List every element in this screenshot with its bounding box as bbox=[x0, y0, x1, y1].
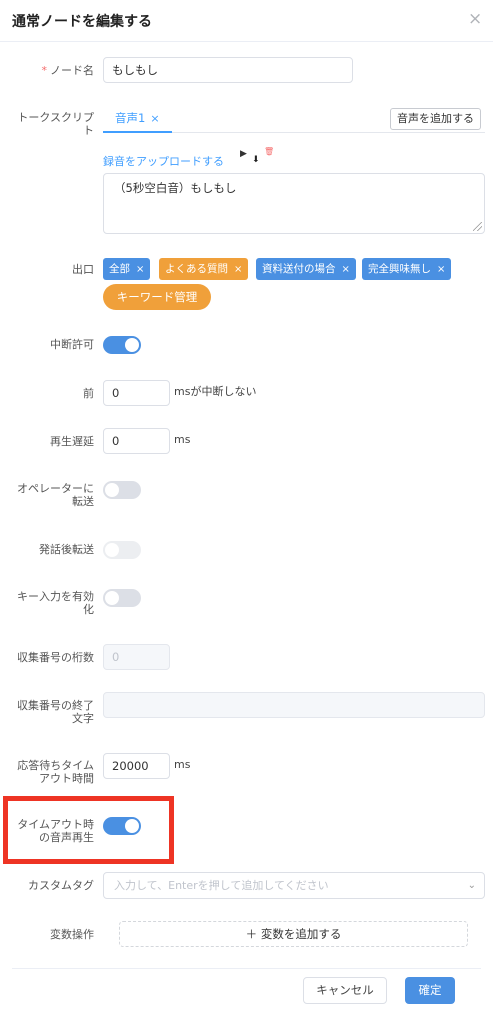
key-input-label: キー入力を有効化 bbox=[17, 590, 94, 616]
upload-recording-link[interactable]: 録音をアップロードする bbox=[103, 153, 224, 169]
tab-close-icon[interactable]: × bbox=[150, 112, 159, 125]
cancel-button[interactable]: キャンセル bbox=[303, 977, 387, 1004]
collect-digits-input: 0 bbox=[103, 644, 170, 670]
download-icon[interactable]: ⬇ bbox=[252, 155, 260, 165]
exit-tag-faq[interactable]: よくある質問 × bbox=[159, 258, 249, 280]
delete-icon[interactable]: 🗑 bbox=[264, 147, 274, 157]
confirm-button[interactable]: 確定 bbox=[405, 977, 455, 1004]
exit-tag-label: 資料送付の場合 bbox=[262, 263, 336, 275]
talk-script-label-l2: ト bbox=[83, 124, 94, 137]
custom-tag-placeholder: 入力して、Enterを押して追加してください bbox=[114, 879, 329, 892]
key-input-label-l1: キー入力を有効 bbox=[17, 590, 94, 603]
required-mark: * bbox=[41, 64, 48, 77]
collect-end-label-l1: 収集番号の終了 bbox=[17, 699, 94, 712]
transfer-operator-label: オペレーターに 転送 bbox=[17, 482, 94, 508]
transfer-operator-label-l2: 転送 bbox=[72, 495, 94, 508]
response-timeout-unit: ms bbox=[174, 758, 191, 771]
interrupt-toggle[interactable] bbox=[103, 336, 141, 354]
after-speech-transfer-label: 発話後転送 bbox=[39, 543, 94, 556]
node-name-label: * ノード名 bbox=[42, 64, 95, 77]
collect-digits-label: 収集番号の桁数 bbox=[17, 651, 94, 664]
key-input-toggle[interactable] bbox=[103, 589, 141, 607]
keyword-manage-button[interactable]: キーワード管理 bbox=[103, 284, 211, 310]
exit-label: 出口 bbox=[72, 263, 94, 276]
talk-script-label-l1: トークスクリプ bbox=[17, 111, 94, 124]
response-timeout-label-l1: 応答待ちタイム bbox=[17, 759, 94, 772]
custom-tag-label: カスタムタグ bbox=[28, 879, 94, 892]
play-delay-unit: ms bbox=[174, 433, 191, 446]
before-unit: msが中断しない bbox=[174, 385, 257, 398]
toggle-knob bbox=[105, 591, 119, 605]
footer-divider bbox=[12, 968, 481, 969]
tab-voice-1-label: 音声1 bbox=[115, 111, 146, 125]
exit-tag-no-interest[interactable]: 完全興味無し × bbox=[362, 258, 452, 280]
exit-tag-label: よくある質問 bbox=[165, 263, 228, 275]
close-icon[interactable]: × bbox=[468, 9, 482, 29]
toggle-knob bbox=[105, 543, 119, 557]
before-label: 前 bbox=[83, 387, 94, 400]
key-input-label-l2: 化 bbox=[83, 603, 94, 616]
collect-end-label-l2: 文字 bbox=[72, 712, 94, 725]
play-delay-label: 再生遅延 bbox=[50, 435, 94, 448]
play-icon[interactable]: ▶ bbox=[240, 149, 247, 159]
dialog-title: 通常ノードを編集する bbox=[12, 14, 152, 30]
tag-close-icon[interactable]: × bbox=[136, 264, 144, 275]
transfer-operator-label-l1: オペレーターに bbox=[17, 482, 94, 495]
dialog-header: 通常ノードを編集する × bbox=[0, 0, 493, 42]
script-text: （5秒空白音）もしもし bbox=[114, 181, 237, 195]
toggle-knob bbox=[105, 483, 119, 497]
response-timeout-label-l2: アウト時間 bbox=[39, 772, 94, 785]
play-delay-input[interactable]: 0 bbox=[103, 428, 170, 454]
before-input[interactable]: 0 bbox=[103, 380, 170, 406]
resize-handle-icon[interactable] bbox=[473, 222, 482, 231]
toggle-knob bbox=[125, 338, 139, 352]
node-name-input[interactable]: もしもし bbox=[103, 57, 353, 83]
tab-voice-1[interactable]: 音声1 × bbox=[103, 104, 172, 133]
response-timeout-label: 応答待ちタイム アウト時間 bbox=[17, 759, 94, 785]
exit-tag-label: 完全興味無し bbox=[368, 263, 431, 275]
tag-close-icon[interactable]: × bbox=[342, 264, 350, 275]
exit-tag-label: 全部 bbox=[109, 263, 130, 275]
variables-label: 変数操作 bbox=[50, 928, 94, 941]
custom-tag-select[interactable]: 入力して、Enterを押して追加してください ⌄ bbox=[103, 872, 485, 899]
response-timeout-input[interactable]: 20000 bbox=[103, 753, 170, 779]
collect-end-label: 収集番号の終了 文字 bbox=[17, 699, 94, 725]
after-speech-transfer-toggle bbox=[103, 541, 141, 559]
highlight-box bbox=[3, 796, 174, 864]
tag-close-icon[interactable]: × bbox=[437, 264, 445, 275]
exit-tag-all[interactable]: 全部 × bbox=[103, 258, 151, 280]
node-name-label-text: ノード名 bbox=[50, 64, 94, 77]
add-variable-button[interactable]: ＋ 変数を追加する bbox=[119, 921, 468, 947]
script-textarea[interactable]: （5秒空白音）もしもし bbox=[103, 173, 485, 234]
tag-close-icon[interactable]: × bbox=[234, 264, 242, 275]
talk-script-label: トークスクリプト bbox=[17, 111, 94, 137]
chevron-down-icon: ⌄ bbox=[467, 880, 476, 891]
collect-end-input bbox=[103, 692, 485, 718]
transfer-operator-toggle[interactable] bbox=[103, 481, 141, 499]
interrupt-label: 中断許可 bbox=[50, 338, 94, 351]
exit-tag-material[interactable]: 資料送付の場合 × bbox=[256, 258, 356, 280]
add-voice-button[interactable]: 音声を追加する bbox=[390, 108, 481, 130]
